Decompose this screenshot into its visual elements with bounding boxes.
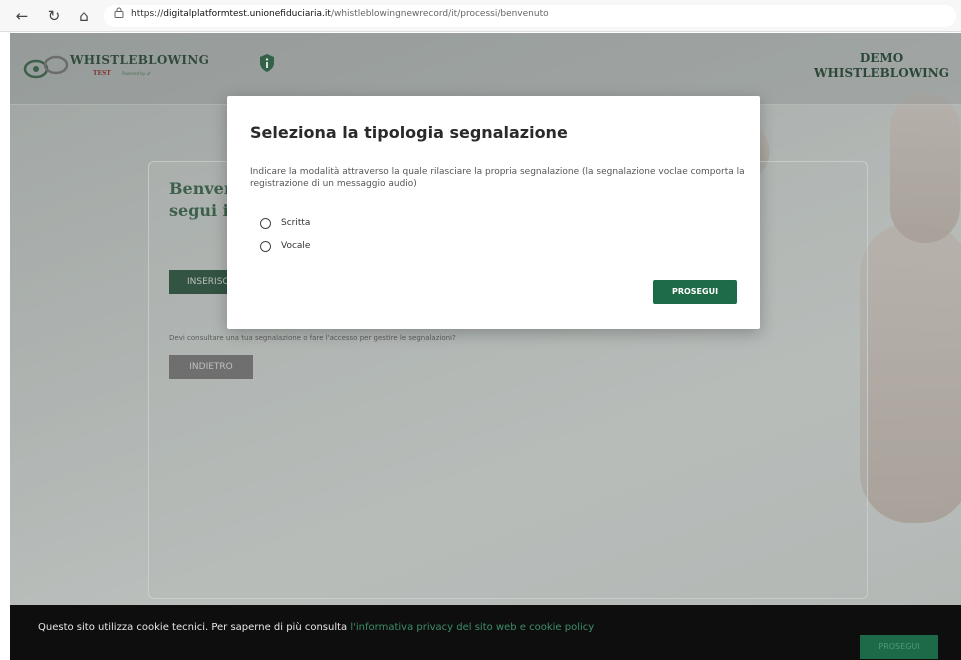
cookie-message: Questo sito utilizza cookie tecnici. Per… <box>38 622 351 633</box>
reload-icon[interactable]: ↻ <box>44 6 64 26</box>
report-type-dialog: Seleziona la tipologia segnalazione Indi… <box>227 96 760 329</box>
cookie-text: Questo sito utilizza cookie tecnici. Per… <box>38 622 594 633</box>
radio-option-vocale[interactable]: Vocale <box>260 238 310 254</box>
lock-icon <box>114 7 124 21</box>
home-icon[interactable]: ⌂ <box>74 6 94 26</box>
proceed-button[interactable]: PROSEGUI <box>653 280 737 304</box>
cookie-banner: Questo sito utilizza cookie tecnici. Per… <box>10 605 961 660</box>
radio-label[interactable]: Vocale <box>281 241 310 251</box>
url-host: digitalplatformtest.unionefiduciaria.it <box>163 9 331 19</box>
radio-option-scritta[interactable]: Scritta <box>260 215 310 231</box>
dialog-title: Seleziona la tipologia segnalazione <box>250 123 568 142</box>
radio-button[interactable] <box>260 217 271 229</box>
cookie-accept-button[interactable]: PROSEGUI <box>860 635 938 659</box>
back-icon[interactable]: ← <box>12 6 32 26</box>
address-bar[interactable]: https://digitalplatformtest.unionefiduci… <box>104 5 956 27</box>
radio-button[interactable] <box>260 240 271 252</box>
radio-label[interactable]: Scritta <box>281 218 310 228</box>
url-text: https://digitalplatformtest.unionefiduci… <box>131 9 549 19</box>
url-path: /whistleblowingnewrecord/it/processi/ben… <box>330 9 549 19</box>
browser-toolbar: ← ↻ ⌂ https://digitalplatformtest.unione… <box>0 0 961 32</box>
cookie-policy-link[interactable]: l'informativa privacy del sito web e coo… <box>350 622 594 633</box>
url-prefix: https:// <box>131 9 164 19</box>
dialog-description: Indicare la modalità attraverso la quale… <box>250 167 745 189</box>
